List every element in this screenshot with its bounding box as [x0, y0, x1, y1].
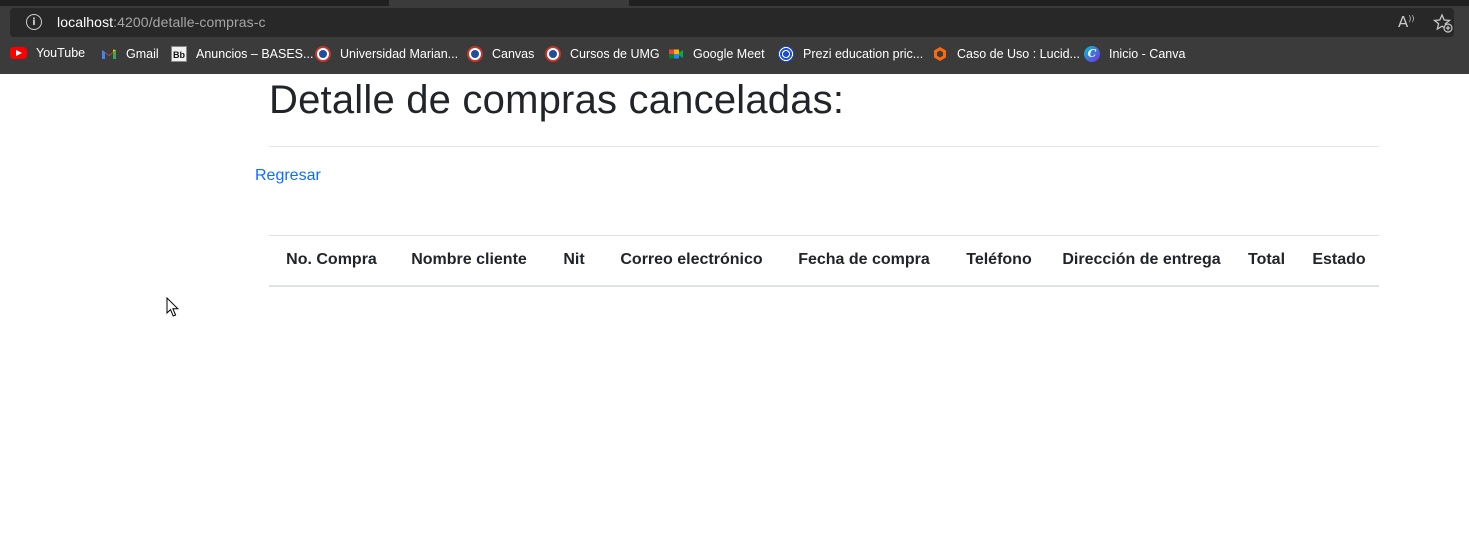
bookmark-label: YouTube [36, 46, 86, 60]
column-header-phone: Teléfono [966, 251, 1032, 269]
url-text[interactable]: localhost:4200/detalle-compras-c [57, 14, 266, 30]
table-header: No. Compra Nombre cliente Nit Correo ele… [269, 235, 1379, 286]
read-aloud-label: A [1398, 13, 1409, 31]
bookmark-gmail[interactable]: Gmail [101, 46, 159, 62]
url-path: :4200/detalle-compras-c [113, 14, 266, 30]
bookmark-google-meet[interactable]: Google Meet [668, 46, 765, 62]
lucid-icon [934, 47, 946, 61]
column-header-email: Correo electrónico [620, 251, 763, 269]
bookmark-label: Prezi education pric... [803, 47, 924, 61]
column-header-delivery-address: Dirección de entrega [1062, 251, 1221, 269]
add-favorite-icon[interactable] [1433, 13, 1453, 33]
bookmark-label: Caso de Uso : Lucid... [957, 47, 1080, 61]
column-header-purchase-number: No. Compra [286, 251, 377, 269]
bookmark-cursos-umg[interactable]: Cursos de UMG [545, 46, 660, 62]
bookmark-label: Canvas [492, 47, 535, 61]
column-header-total: Total [1247, 251, 1286, 269]
bookmark-canva[interactable]: C Inicio - Canva [1084, 46, 1185, 62]
bookmark-anuncios[interactable]: Bb Anuncios – BASES... [171, 46, 313, 62]
bookmarks-bar: YouTube Gmail Bb Anuncios – BASES... Uni… [0, 43, 1469, 67]
url-host: localhost [57, 14, 114, 30]
youtube-icon [10, 47, 27, 59]
purchases-table: No. Compra Nombre cliente Nit Correo ele… [269, 235, 1379, 287]
umg-icon [315, 46, 331, 62]
google-meet-icon [669, 49, 683, 59]
canva-icon: C [1084, 46, 1100, 62]
umg-icon [545, 46, 561, 62]
column-header-nit: Nit [563, 251, 585, 269]
bookmark-canvas[interactable]: Canvas [467, 46, 534, 62]
browser-chrome: i localhost:4200/detalle-compras-c A)) Y… [0, 0, 1469, 74]
bookmark-label: Google Meet [693, 47, 765, 61]
active-tab[interactable] [389, 0, 629, 6]
page-title: Detalle de compras canceladas: [269, 78, 845, 122]
bookmark-label: Cursos de UMG [570, 47, 660, 61]
mouse-cursor-icon [166, 297, 180, 317]
title-divider [269, 146, 1379, 147]
column-header-purchase-date: Fecha de compra [798, 251, 930, 269]
header-row: No. Compra Nombre cliente Nit Correo ele… [269, 235, 1379, 286]
column-header-status: Estado [1312, 251, 1366, 269]
column-header-client-name: Nombre cliente [411, 251, 527, 269]
bookmark-label: Anuncios – BASES... [196, 47, 314, 61]
back-link[interactable]: Regresar [255, 167, 321, 185]
read-aloud-icon[interactable]: A)) [1398, 13, 1415, 31]
bookmark-universidad[interactable]: Universidad Marian... [315, 46, 458, 62]
umg-icon [467, 46, 483, 62]
bookmark-label: Universidad Marian... [340, 47, 459, 61]
bookmark-lucid[interactable]: Caso de Uso : Lucid... [932, 46, 1080, 62]
blackboard-icon: Bb [171, 46, 187, 62]
bookmark-prezi[interactable]: Prezi education pric... [778, 46, 923, 62]
prezi-icon [778, 46, 794, 62]
gmail-icon [102, 49, 116, 59]
tab-strip [0, 0, 1469, 6]
bookmark-label: Gmail [126, 47, 159, 61]
bookmark-label: Inicio - Canva [1109, 47, 1186, 61]
address-bar[interactable]: i localhost:4200/detalle-compras-c A)) [10, 8, 1454, 37]
site-info-icon[interactable]: i [26, 14, 42, 30]
bookmark-youtube[interactable]: YouTube [10, 46, 85, 60]
